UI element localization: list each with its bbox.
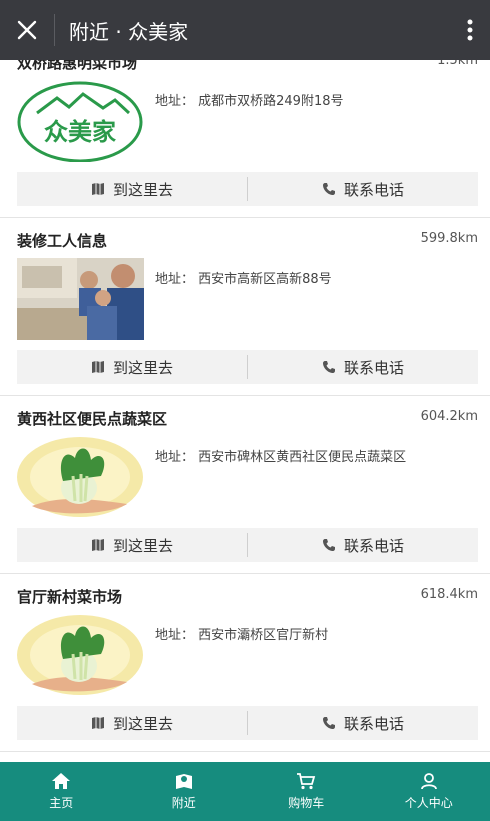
navigate-label: 到这里去	[112, 536, 173, 555]
close-icon	[17, 20, 37, 40]
tab-label: 个人中心	[404, 796, 453, 810]
navigate-label: 到这里去	[112, 358, 173, 377]
tab-cart[interactable]: 购物车	[245, 762, 368, 821]
bottom-tab-bar: 主页 附近 购物车 个人中心	[0, 762, 490, 821]
more-icon	[467, 19, 473, 41]
listing-item[interactable]: 黄西社区便民点蔬菜区 604.2km 地址： 西安市碑林区黄西社区便民点蔬菜区 …	[0, 396, 490, 574]
tab-profile[interactable]: 个人中心	[368, 762, 490, 821]
tab-home[interactable]: 主页	[0, 762, 123, 821]
navigate-button[interactable]: 到这里去	[17, 528, 247, 562]
listing-item[interactable]: 官厅新村菜市场 618.4km 地址： 西安市灞桥区官厅新村 到这里去 联系电话	[0, 574, 490, 752]
listing-item[interactable]: 装修工人信息 599.8km 地址： 西安市高新区高新88号 到这里去 联系电话	[0, 218, 490, 396]
listing-name: 黄西社区便民点蔬菜区	[17, 410, 168, 428]
map-icon	[91, 539, 104, 551]
more-button[interactable]	[450, 0, 490, 60]
tab-label: 购物车	[288, 796, 325, 810]
call-label: 联系电话	[343, 180, 404, 199]
navigate-label: 到这里去	[112, 714, 173, 733]
cart-icon	[297, 773, 316, 790]
map-icon	[91, 183, 104, 195]
navigate-button[interactable]: 到这里去	[17, 172, 247, 206]
phone-icon	[322, 539, 335, 551]
listing-address: 地址： 西安市高新区高新88号	[155, 272, 332, 287]
listing-item[interactable]: 双桥路惠明菜市场 1.5km 众美家 地址： 成都市双桥路249附18号 到这里…	[0, 60, 490, 218]
map-icon	[91, 717, 104, 729]
listing-name: 双桥路惠明菜市场	[17, 60, 138, 72]
call-button[interactable]: 联系电话	[248, 706, 478, 740]
listing-distance: 599.8km	[420, 231, 478, 246]
tab-label: 附近	[171, 796, 196, 810]
store-logo: 众美家	[17, 80, 144, 162]
listing-distance: 1.5km	[437, 60, 478, 68]
listing-distance: 618.4km	[420, 587, 478, 602]
call-button[interactable]: 联系电话	[248, 172, 478, 206]
tab-label: 主页	[49, 796, 74, 810]
navigate-label: 到这里去	[112, 180, 173, 199]
workers-photo	[17, 258, 144, 340]
listing-scroll-area[interactable]: 双桥路惠明菜市场 1.5km 众美家 地址： 成都市双桥路249附18号 到这里…	[0, 60, 490, 762]
vegetable-image	[17, 614, 144, 696]
logo-text: 众美家	[44, 118, 116, 146]
action-bar: 到这里去 联系电话	[17, 172, 478, 206]
user-icon	[420, 773, 437, 790]
top-bar: 附近 · 众美家	[0, 0, 490, 60]
vegetable-image	[17, 436, 144, 518]
navigate-button[interactable]: 到这里去	[17, 350, 247, 384]
listing-name: 装修工人信息	[17, 232, 108, 250]
listing-address: 地址： 西安市灞桥区官厅新村	[155, 628, 329, 643]
phone-icon	[322, 183, 335, 195]
call-label: 联系电话	[343, 358, 404, 377]
call-button[interactable]: 联系电话	[248, 528, 478, 562]
nearby-icon	[175, 774, 192, 789]
tab-nearby[interactable]: 附近	[123, 762, 246, 821]
call-label: 联系电话	[343, 714, 404, 733]
close-button[interactable]	[0, 0, 54, 60]
phone-icon	[322, 717, 335, 729]
phone-icon	[322, 361, 335, 373]
navigate-button[interactable]: 到这里去	[17, 706, 247, 740]
listing-distance: 604.2km	[420, 409, 478, 424]
listing-name: 官厅新村菜市场	[17, 588, 123, 606]
action-bar: 到这里去 联系电话	[17, 350, 478, 384]
map-icon	[91, 361, 104, 373]
action-bar: 到这里去 联系电话	[17, 706, 478, 740]
call-button[interactable]: 联系电话	[248, 350, 478, 384]
listing-address: 地址： 西安市碑林区黄西社区便民点蔬菜区	[155, 450, 407, 465]
listing-address: 地址： 成都市双桥路249附18号	[155, 94, 344, 109]
page-title: 附近 · 众美家	[69, 19, 189, 44]
home-icon	[52, 773, 71, 789]
header-divider	[54, 14, 55, 46]
call-label: 联系电话	[343, 536, 404, 555]
action-bar: 到这里去 联系电话	[17, 528, 478, 562]
